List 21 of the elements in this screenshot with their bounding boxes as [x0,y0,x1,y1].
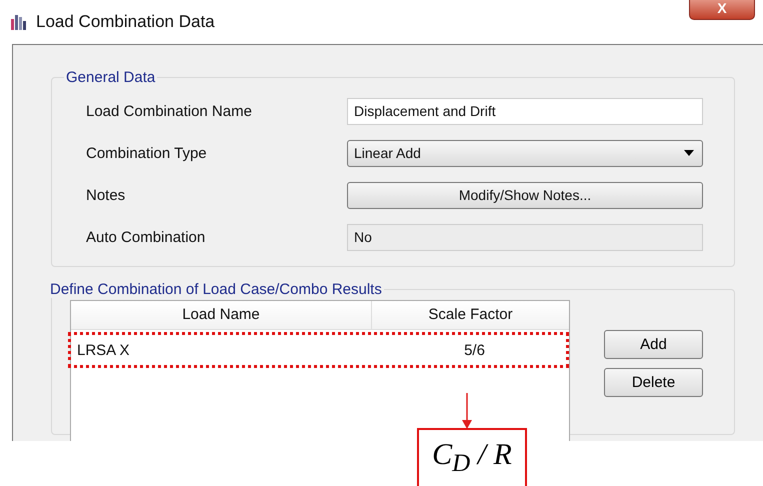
notes-button[interactable]: Modify/Show Notes... [347,182,703,208]
type-dropdown[interactable]: Linear Add [347,140,703,166]
arrow [462,393,472,429]
column-header: Load Name [71,301,372,329]
group-title: General Data [65,69,156,86]
field-label: Auto Combination [86,228,206,246]
action-button[interactable]: Add [604,330,703,359]
formula: C$_{D}$ / R [432,438,512,478]
field-label: Combination Type [86,144,208,162]
field-label: Notes [86,186,126,204]
column-header: Scale Factor [427,305,514,325]
table-cell-text: LRSA X [76,342,131,358]
table-cell-text: 5/6 [463,342,486,358]
action-button[interactable]: Delete [604,368,703,397]
window-title: Load Combination Data [36,12,215,32]
field-label: Load Combination Name [86,102,253,120]
caret-icon [684,150,694,156]
name-field[interactable]: Displacement and Drift [347,98,703,124]
app-icon [10,13,28,31]
auto-combination-field: No [347,224,703,250]
group-title: Define Combination of Load Case/Combo Results [49,281,383,298]
